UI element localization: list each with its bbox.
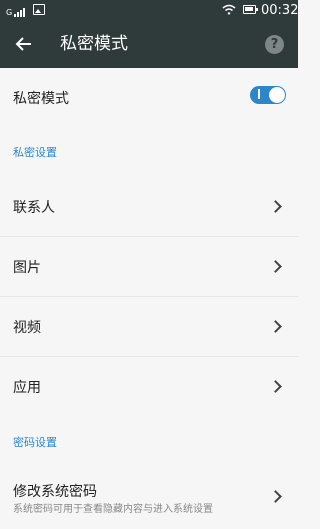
app-toolbar: G 00:32 私密模式 ? [0,0,298,68]
list-item-label: 联系人 [13,200,55,216]
section-header-password-settings: 密码设置 [13,436,57,449]
chevron-right-icon [269,320,282,333]
change-password-description: 系统密码可用于查看隐藏内容与进入系统设置 [13,504,213,515]
battery-icon [243,5,258,14]
list-item-contacts[interactable]: 联系人 [0,176,298,236]
section-header-private-settings: 私密设置 [13,146,57,159]
list-item-videos[interactable]: 视频 [0,297,298,356]
image-notification-icon [33,4,45,15]
chevron-right-icon [269,200,282,213]
page-title: 私密模式 [60,34,128,54]
list-item-label: 视频 [13,320,41,336]
change-password-label: 修改系统密码 [13,484,97,500]
help-icon[interactable]: ? [265,35,284,54]
status-bar: G 00:32 [0,0,298,22]
status-time: 00:32 [261,3,299,18]
list-item-change-password[interactable]: 修改系统密码 系统密码可用于查看隐藏内容与进入系统设置 [0,466,298,529]
signal-icon: G [6,5,26,17]
arrow-left-icon[interactable] [12,33,34,55]
wifi-icon [222,4,236,15]
chevron-right-icon [269,380,282,393]
list-item-label: 图片 [13,260,41,276]
private-mode-label: 私密模式 [13,91,69,107]
private-mode-toggle[interactable] [250,86,286,104]
chevron-right-icon [269,260,282,273]
chevron-right-icon [269,490,282,503]
network-type-label: G [6,8,13,17]
list-item-label: 应用 [13,380,41,396]
list-item-apps[interactable]: 应用 [0,357,298,416]
list-item-pictures[interactable]: 图片 [0,237,298,296]
